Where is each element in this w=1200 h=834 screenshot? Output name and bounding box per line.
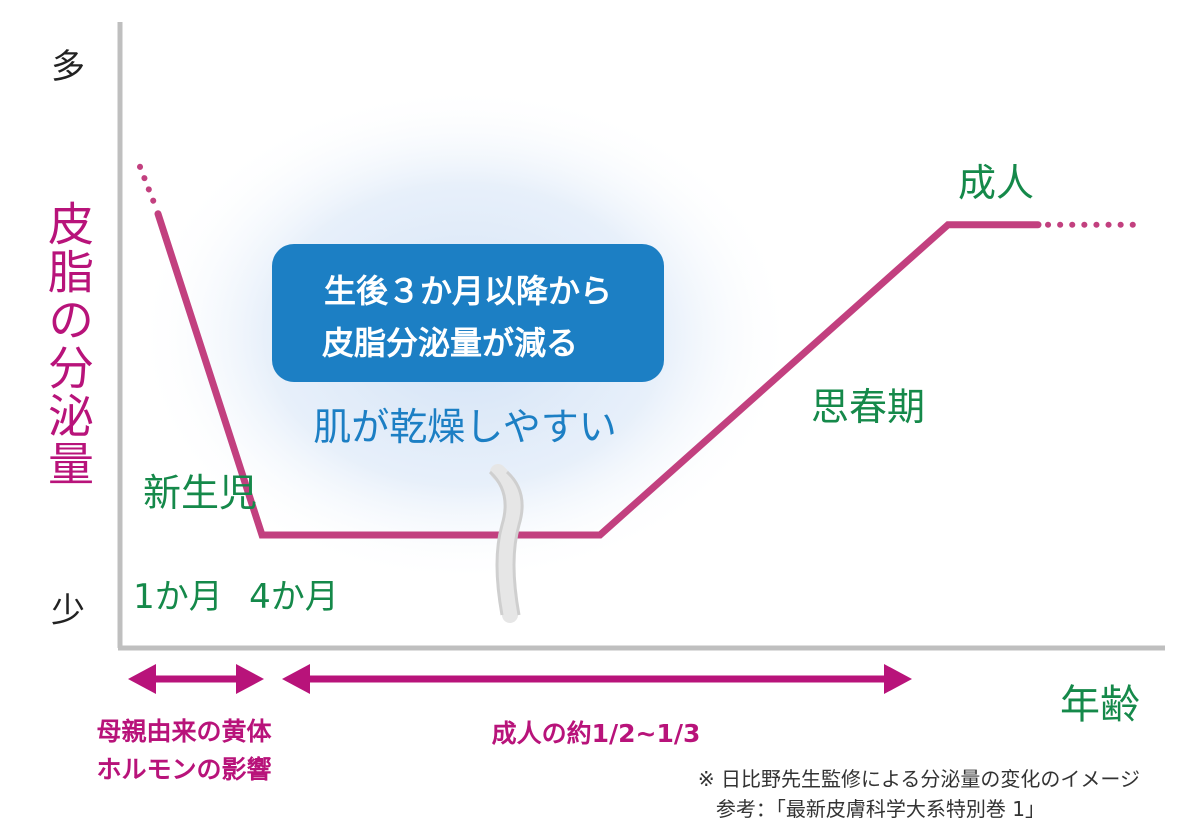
series-lead-dotted	[137, 163, 159, 211]
callout-sub: 肌が乾燥しやすい	[313, 405, 617, 449]
range-caption-hormone-line2: ホルモンの影響	[96, 755, 271, 784]
range-caption-hormone-line1: 母親由来の黄体	[96, 717, 272, 746]
sebum-chart: 多 少 皮脂の分泌量 年齢 生後３か月以降から 皮脂分泌量が減る 肌が乾燥しやす…	[41, 22, 1165, 821]
label-newborn: 新生児	[143, 471, 257, 515]
label-4-months: 4か月	[249, 577, 339, 617]
label-adult: 成人	[958, 161, 1034, 205]
range-caption-adult-ratio: 成人の約1/2~1/3	[492, 719, 701, 748]
y-bottom-label: 少	[51, 591, 85, 631]
callout-line2: 皮脂分泌量が減る	[322, 324, 578, 362]
y-top-label: 多	[51, 47, 85, 87]
x-axis-title: 年齢	[1060, 682, 1140, 728]
y-axis-title: 皮脂の分泌量	[41, 200, 95, 488]
range-arrow-hormone	[128, 664, 264, 694]
note-line2: 参考：「最新皮膚科学大系特別巻 1」	[716, 797, 1045, 821]
label-adolescence: 思春期	[811, 385, 925, 429]
note-line1: ※ 日比野先生監修による分泌量の変化のイメージ	[698, 767, 1140, 791]
range-arrow-adult-ratio	[282, 664, 912, 694]
callout-line1: 生後３か月以降から	[324, 272, 612, 310]
label-1-month: 1か月	[133, 577, 223, 617]
